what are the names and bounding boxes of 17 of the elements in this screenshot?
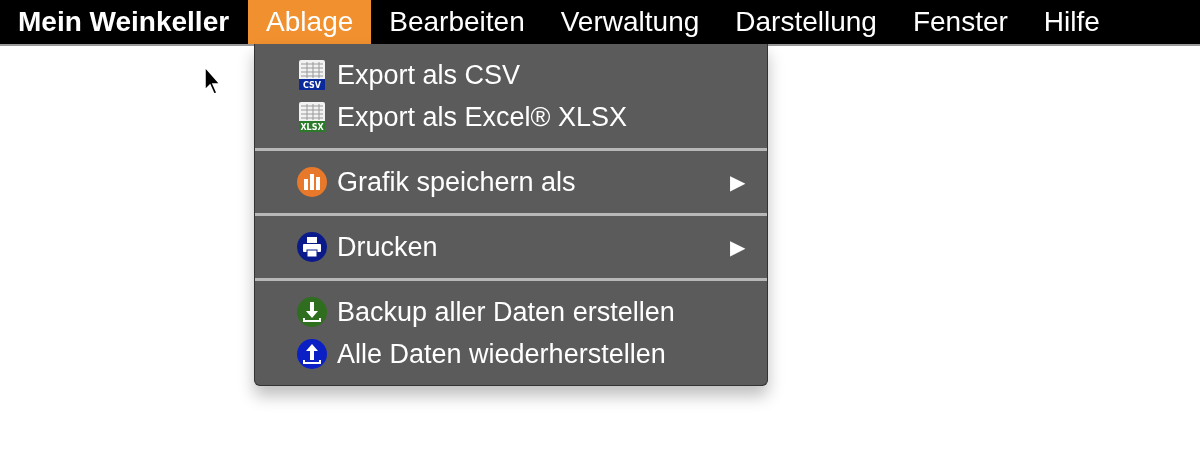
menu-item[interactable]: Verwaltung xyxy=(542,0,718,44)
menu-option[interactable]: Backup aller Daten erstellen xyxy=(255,291,767,333)
menu-item[interactable]: Bearbeiten xyxy=(371,0,543,44)
menu-item[interactable]: Darstellung xyxy=(717,0,895,44)
menu-option[interactable]: Drucken ▶ xyxy=(255,226,767,268)
app-name[interactable]: Mein Weinkeller xyxy=(18,0,230,44)
menu-option[interactable]: CSV Export als CSV xyxy=(255,54,767,96)
submenu-arrow: ▶ xyxy=(730,170,745,194)
menu-item[interactable]: Hilfe xyxy=(1025,0,1118,44)
spreadsheet-icon: XLSX xyxy=(296,101,328,133)
menu-item[interactable]: Fenster xyxy=(894,0,1026,44)
menu-option[interactable]: Alle Daten wiederherstellen xyxy=(255,333,767,375)
menu-option[interactable]: Grafik speichern als ▶ xyxy=(255,161,767,203)
cursor-icon xyxy=(203,66,221,96)
spreadsheet-icon: CSV xyxy=(296,59,328,91)
submenu-arrow: ▶ xyxy=(730,235,745,259)
menu-option[interactable]: XLSX Export als Excel® XLSX xyxy=(255,96,767,138)
